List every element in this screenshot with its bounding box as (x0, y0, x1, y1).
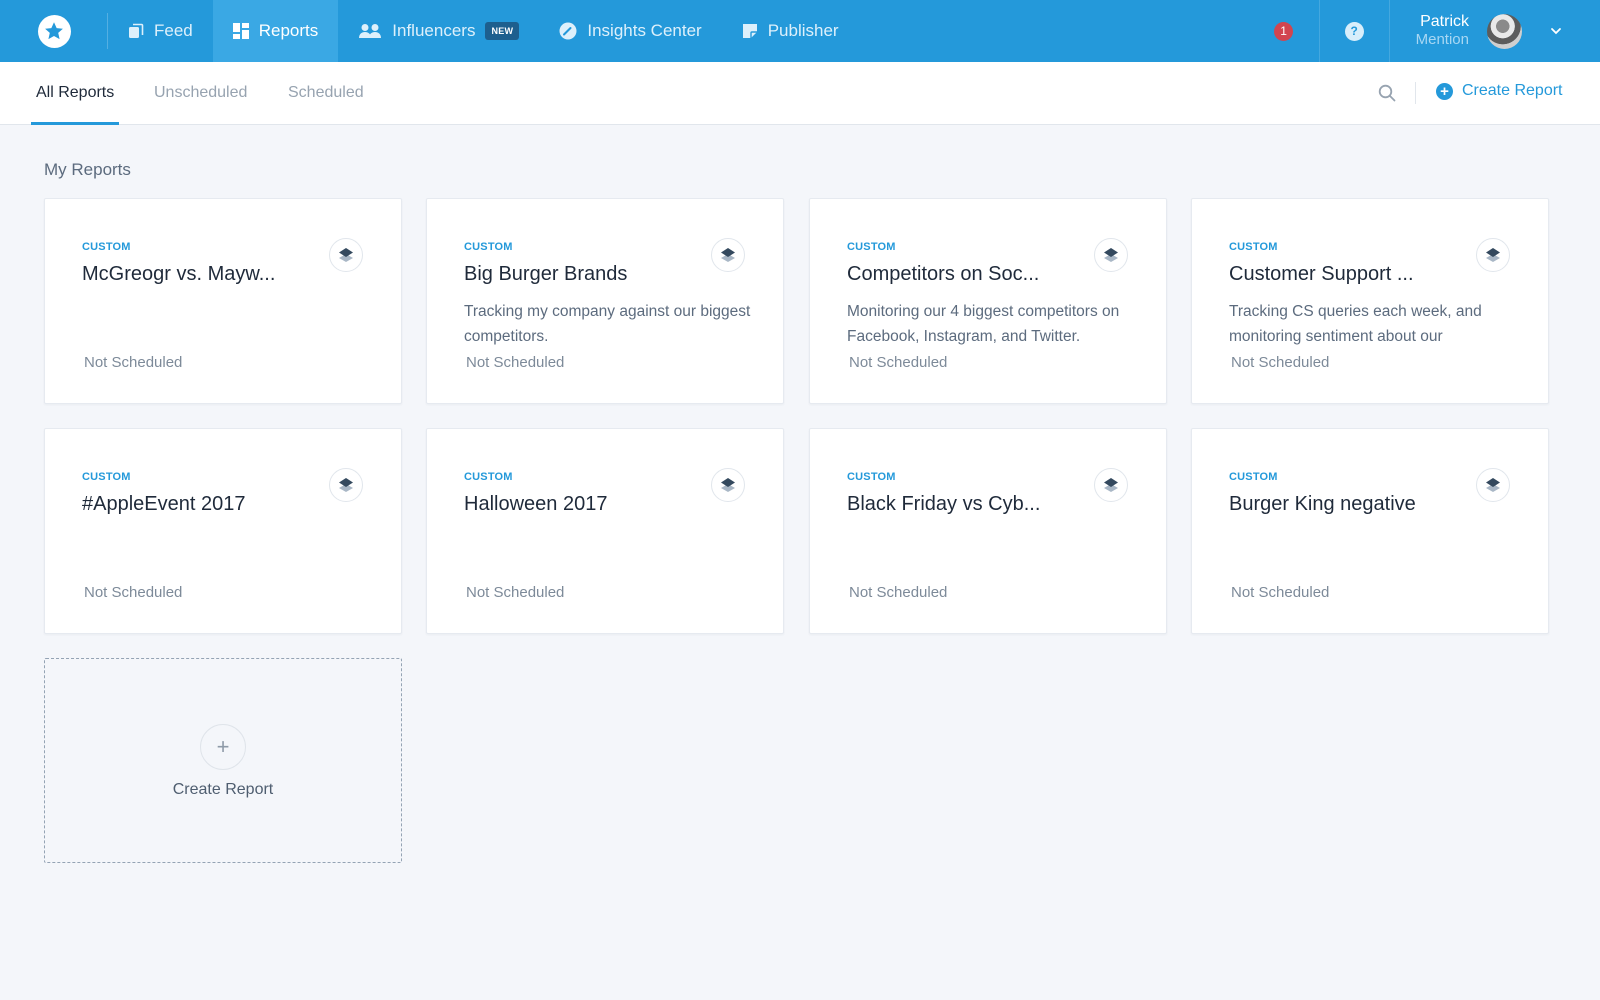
layers-icon[interactable] (711, 468, 745, 502)
publisher-icon (742, 23, 758, 39)
report-tabs-bar: All Reports Unscheduled Scheduled (0, 62, 1600, 125)
report-title: Black Friday vs Cyb... (847, 493, 1041, 515)
layers-icon[interactable] (329, 238, 363, 272)
report-title: #AppleEvent 2017 (82, 493, 246, 515)
report-card[interactable]: CUSTOM #AppleEvent 2017 Not Scheduled (44, 428, 402, 634)
nav-influencers-label: Influencers (392, 21, 476, 40)
nav-reports[interactable]: Reports (212, 0, 339, 62)
report-schedule-status: Not Scheduled (466, 354, 565, 371)
report-description (847, 529, 1137, 579)
report-card[interactable]: CUSTOM Customer Support ... Tracking CS qu… (1191, 198, 1549, 404)
tab-unscheduled[interactable]: Unscheduled (154, 62, 247, 124)
report-type: CUSTOM (847, 471, 896, 483)
gauge-icon (559, 22, 577, 40)
report-title: Customer Support ... (1229, 263, 1414, 285)
search-icon[interactable] (1378, 84, 1396, 107)
section-title: My Reports (44, 160, 131, 179)
chevron-down-icon[interactable] (1550, 22, 1562, 40)
report-schedule-status: Not Scheduled (849, 584, 948, 601)
notification-count-badge: 1 (1274, 21, 1294, 41)
report-schedule-status: Not Scheduled (84, 354, 183, 371)
help-button[interactable]: ? (1318, 0, 1389, 62)
report-schedule-status: Not Scheduled (1231, 354, 1330, 371)
report-description: Monitoring our 4 biggest competitors on … (847, 303, 1120, 345)
report-description (1229, 529, 1519, 579)
user-name: Patrick (1420, 13, 1469, 30)
report-card[interactable]: CUSTOM Black Friday vs Cyb... Not Schedule… (809, 428, 1167, 634)
report-type: CUSTOM (82, 471, 131, 483)
layers-icon[interactable] (1476, 468, 1510, 502)
create-report-card[interactable]: + Create Report (44, 658, 402, 863)
nav-publisher-label: Publisher (767, 21, 839, 40)
create-report-button[interactable]: + Create Report (1436, 82, 1563, 100)
report-schedule-status: Not Scheduled (84, 584, 183, 601)
report-schedule-status: Not Scheduled (1231, 584, 1330, 601)
report-card[interactable]: CUSTOM Burger King negative Not Scheduled (1191, 428, 1549, 634)
report-type: CUSTOM (1229, 471, 1278, 483)
report-card[interactable]: CUSTOM McGreogr vs. Mayw... Not Scheduled (44, 198, 402, 404)
create-report-label: Create Report (1462, 82, 1563, 99)
layers-icon[interactable] (1094, 238, 1128, 272)
report-description (82, 299, 372, 349)
tab-all-reports[interactable]: All Reports (30, 62, 120, 125)
report-type: CUSTOM (847, 241, 896, 253)
help-icon: ? (1344, 21, 1364, 41)
report-schedule-status: Not Scheduled (849, 354, 948, 371)
nav-reports-label: Reports (258, 21, 319, 40)
report-description: Tracking CS queries each week, and monit… (1229, 303, 1482, 345)
report-type: CUSTOM (464, 471, 513, 483)
top-navigation: Feed Reports Influencers NEW Insights Ce… (0, 0, 1600, 62)
report-card[interactable]: CUSTOM Big Burger Brands Tracking my compa… (426, 198, 784, 404)
report-card[interactable]: CUSTOM Halloween 2017 Not Scheduled (426, 428, 784, 634)
tab-scheduled[interactable]: Scheduled (288, 62, 364, 124)
nav-publisher[interactable]: Publisher (722, 0, 859, 62)
new-badge: NEW (485, 22, 520, 40)
report-schedule-status: Not Scheduled (466, 584, 565, 601)
report-type: CUSTOM (464, 241, 513, 253)
report-description (82, 529, 372, 579)
report-description: Tracking my company against our biggest … (464, 303, 751, 345)
user-menu[interactable]: Patrick Mention (1388, 0, 1600, 62)
divider (1415, 82, 1416, 104)
nav-insights-center[interactable]: Insights Center (539, 0, 721, 62)
report-title: McGreogr vs. Mayw... (82, 263, 276, 285)
reports-icon (232, 23, 249, 39)
nav-feed[interactable]: Feed (108, 0, 213, 62)
user-organization: Mention (1415, 31, 1469, 48)
notifications-button[interactable]: 1 (1249, 0, 1319, 62)
star-logo-icon (37, 14, 71, 48)
logo[interactable] (0, 0, 108, 62)
avatar[interactable] (1487, 13, 1522, 49)
layers-icon[interactable] (1476, 238, 1510, 272)
report-title: Halloween 2017 (464, 493, 608, 515)
nav-feed-label: Feed (154, 21, 193, 40)
report-description (464, 529, 754, 579)
plus-circle-icon: + (1436, 82, 1453, 100)
create-report-card-label: Create Report (172, 781, 274, 798)
report-title: Big Burger Brands (464, 263, 628, 285)
nav-influencers[interactable]: Influencers NEW (338, 0, 539, 62)
feed-icon (128, 23, 144, 39)
report-type: CUSTOM (82, 241, 131, 253)
influencers-icon (358, 23, 382, 39)
report-title: Competitors on Soc... (847, 263, 1040, 285)
layers-icon[interactable] (329, 468, 363, 502)
report-type: CUSTOM (1229, 241, 1278, 253)
report-title: Burger King negative (1229, 493, 1416, 515)
layers-icon[interactable] (711, 238, 745, 272)
layers-icon[interactable] (1094, 468, 1128, 502)
plus-icon: + (200, 724, 246, 770)
nav-insights-label: Insights Center (587, 21, 702, 40)
report-card[interactable]: CUSTOM Competitors on Soc... Monitoring ou… (809, 198, 1167, 404)
